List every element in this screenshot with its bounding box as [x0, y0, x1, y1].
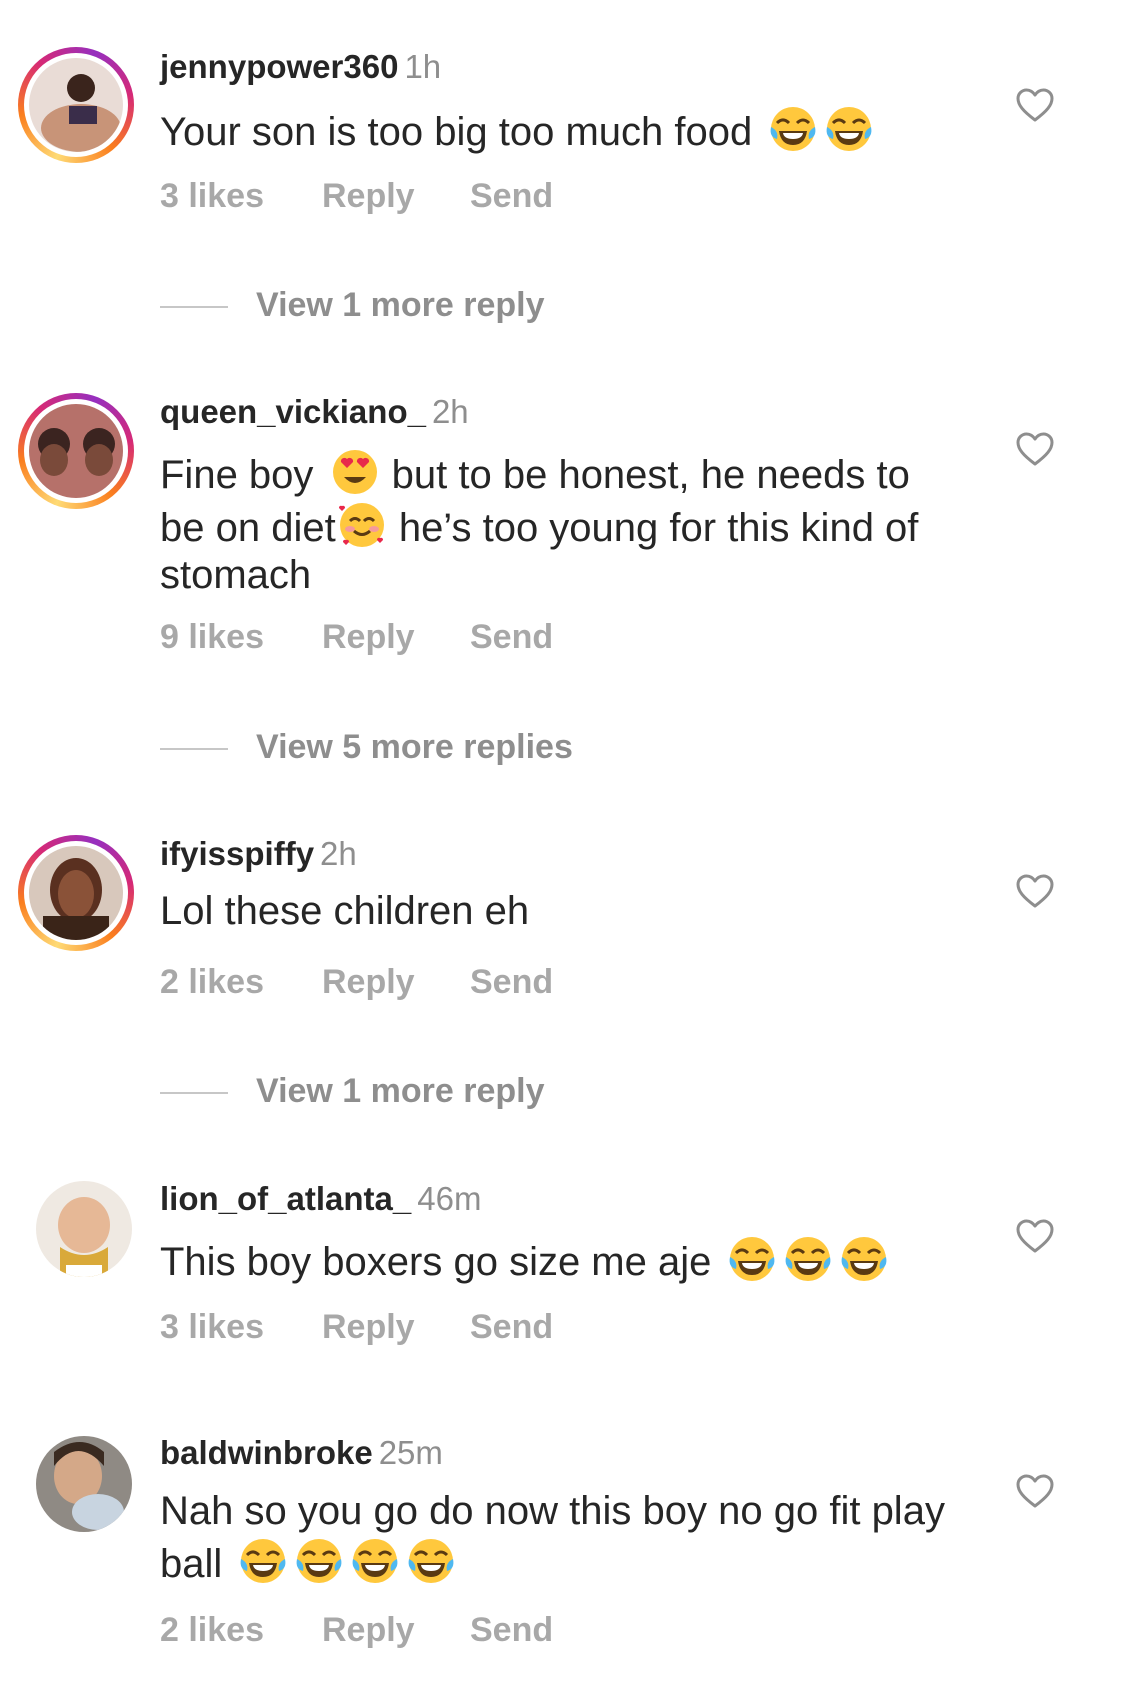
- reply-button[interactable]: Reply: [322, 1610, 470, 1650]
- avatar[interactable]: [18, 1179, 134, 1295]
- reply-button[interactable]: Reply: [322, 617, 470, 657]
- laughing-emoji-icon: [349, 1535, 401, 1587]
- avatar[interactable]: [18, 47, 134, 163]
- reply-button[interactable]: Reply: [322, 962, 470, 1002]
- comment-time: 25m: [378, 1434, 443, 1471]
- comment-text: Lol these children eh: [160, 889, 530, 933]
- avatar[interactable]: [18, 1434, 134, 1550]
- reply-button[interactable]: Reply: [322, 1307, 470, 1347]
- send-button[interactable]: Send: [470, 176, 553, 216]
- username[interactable]: ifyisspiffy: [160, 835, 314, 872]
- laughing-emoji-icon: [405, 1535, 457, 1587]
- like-heart-icon[interactable]: [1015, 86, 1055, 126]
- like-heart-icon[interactable]: [1015, 1217, 1055, 1257]
- send-button[interactable]: Send: [470, 617, 553, 657]
- likes-count[interactable]: 2 likes: [160, 1610, 322, 1650]
- reply-button[interactable]: Reply: [322, 176, 470, 216]
- likes-count[interactable]: 9 likes: [160, 617, 322, 657]
- username[interactable]: baldwinbroke: [160, 1434, 373, 1471]
- like-heart-icon[interactable]: [1015, 872, 1055, 912]
- likes-count[interactable]: 2 likes: [160, 962, 322, 1002]
- divider: [160, 306, 228, 309]
- username[interactable]: queen_vickiano_: [160, 393, 426, 430]
- like-heart-icon[interactable]: [1015, 430, 1055, 470]
- view-replies-button[interactable]: View 1 more reply: [160, 1071, 545, 1111]
- laughing-emoji-icon: [823, 103, 875, 155]
- laughing-emoji-icon: [767, 103, 819, 155]
- laughing-emoji-icon: [293, 1535, 345, 1587]
- comment-text: Fine boy but to be honest, he needs to b…: [160, 446, 950, 599]
- comment-text: Nah so you go do now this boy no go fit …: [160, 1489, 945, 1587]
- view-replies-button[interactable]: View 5 more replies: [160, 727, 573, 767]
- heart-eyes-emoji-icon: [329, 446, 381, 498]
- comment-time: 2h: [320, 835, 357, 872]
- likes-count[interactable]: 3 likes: [160, 176, 322, 216]
- divider: [160, 1092, 228, 1095]
- avatar[interactable]: [18, 393, 134, 509]
- comment-text: This boy boxers go size me aje: [160, 1233, 960, 1286]
- smiling-face-with-hearts-icon: [336, 499, 388, 551]
- like-heart-icon[interactable]: [1015, 1472, 1055, 1512]
- comment-text: Your son is too big too much food: [160, 103, 960, 156]
- send-button[interactable]: Send: [470, 1307, 553, 1347]
- laughing-emoji-icon: [237, 1535, 289, 1587]
- laughing-emoji-icon: [726, 1233, 778, 1285]
- divider: [160, 748, 228, 751]
- laughing-emoji-icon: [838, 1233, 890, 1285]
- likes-count[interactable]: 3 likes: [160, 1307, 322, 1347]
- avatar[interactable]: [18, 835, 134, 951]
- view-replies-button[interactable]: View 1 more reply: [160, 285, 545, 325]
- send-button[interactable]: Send: [470, 962, 553, 1002]
- username[interactable]: lion_of_atlanta_: [160, 1180, 411, 1217]
- comment-time: 1h: [404, 48, 442, 85]
- username[interactable]: jennypower360: [160, 48, 398, 85]
- send-button[interactable]: Send: [470, 1610, 553, 1650]
- laughing-emoji-icon: [782, 1233, 834, 1285]
- comment-time: 46m: [417, 1180, 482, 1217]
- comment-time: 2h: [431, 393, 469, 430]
